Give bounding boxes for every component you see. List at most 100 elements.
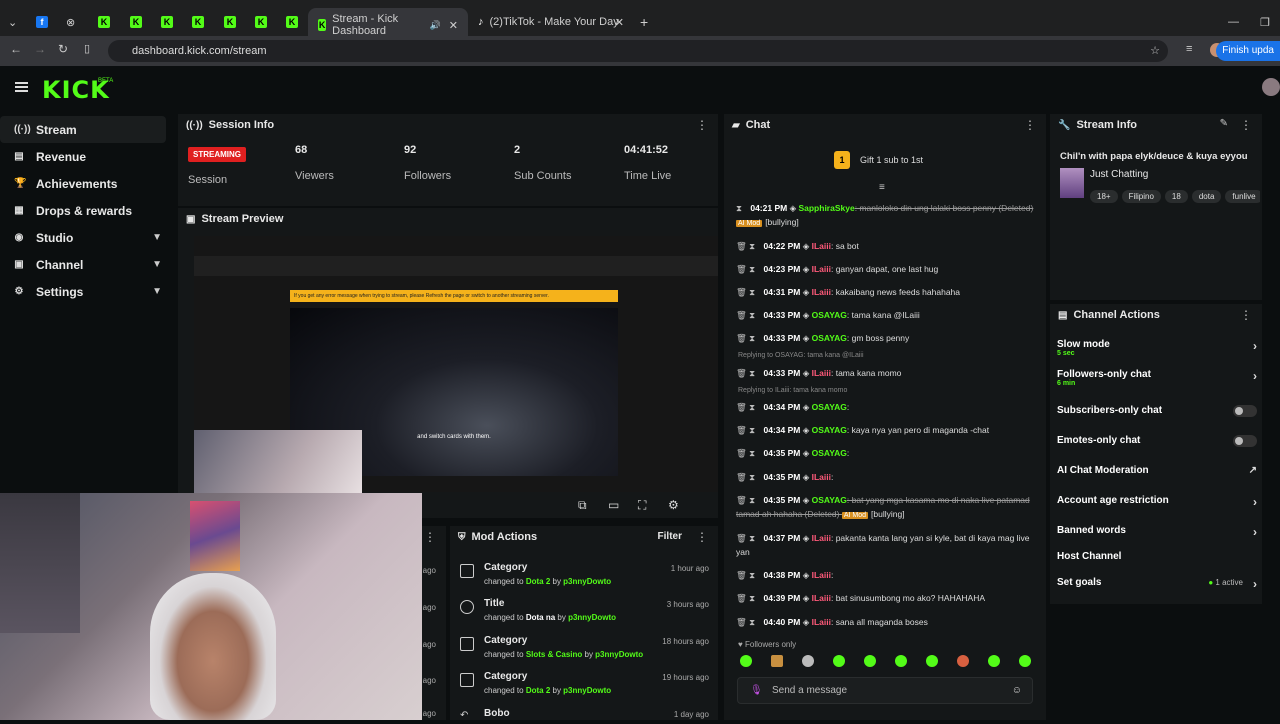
emote-icon[interactable] bbox=[740, 655, 752, 667]
sidebar-item-drops[interactable]: ▦ Drops & rewards bbox=[0, 197, 170, 224]
mod-tools-icon[interactable]: 🗑 ⧗ bbox=[736, 264, 757, 274]
minimize-icon[interactable]: — bbox=[1228, 8, 1239, 36]
chat-message[interactable]: 🗑 ⧗ 04:22 PM ◈ ILaiii: sa bot bbox=[736, 239, 1036, 253]
chat-message[interactable]: 🗑 ⧗ 04:34 PM ◈ OSAYAG: kaya nya yan pero… bbox=[736, 423, 1036, 437]
sidebar-toggle-icon[interactable]: ▯ bbox=[84, 42, 90, 55]
emote-icon[interactable] bbox=[802, 655, 814, 667]
kick-tab-icon[interactable]: K bbox=[192, 8, 204, 36]
mod-tools-icon[interactable]: 🗑 ⧗ bbox=[736, 425, 757, 435]
chat-username[interactable]: ILaiii bbox=[812, 264, 831, 274]
mod-tools-icon[interactable]: ⧗ bbox=[736, 203, 744, 213]
reload-icon[interactable]: ↻ bbox=[58, 42, 68, 56]
emote-icon[interactable] bbox=[1019, 655, 1031, 667]
tag[interactable]: funlive bbox=[1225, 190, 1260, 203]
more-options-icon[interactable]: ⋮ bbox=[1240, 308, 1252, 322]
chat-username[interactable]: ILaiii bbox=[812, 472, 831, 482]
chat-username[interactable]: SapphiraSkye bbox=[798, 203, 854, 213]
emote-icon[interactable] bbox=[895, 655, 907, 667]
mod-action-row[interactable]: Category changed to Dota 2 by p3nnyDowto 1… bbox=[460, 562, 715, 596]
slow-mode-row[interactable]: Slow mode 5 sec › bbox=[1057, 339, 1257, 357]
chat-username[interactable]: OSAYAG bbox=[812, 402, 847, 412]
pin-icon[interactable]: ≡ bbox=[879, 182, 885, 193]
chat-message[interactable]: 🗑 ⧗ 04:35 PM ◈ ILaiii: bbox=[736, 470, 1036, 484]
gift-sub-banner[interactable]: 1 Gift 1 sub to 1st bbox=[834, 151, 923, 169]
new-tab-button[interactable]: + bbox=[640, 8, 648, 36]
star-icon[interactable]: ☆ bbox=[1150, 40, 1160, 62]
filter-button[interactable]: Filter bbox=[658, 531, 682, 542]
chat-username[interactable]: OSAYAG bbox=[812, 448, 847, 458]
menu-icon[interactable] bbox=[15, 82, 28, 92]
chat-message[interactable]: 🗑 ⧗ 04:39 PM ◈ ILaiii: bat sinusumbong m… bbox=[736, 591, 1036, 605]
mod-tools-icon[interactable]: 🗑 ⧗ bbox=[736, 333, 757, 343]
banned-words-row[interactable]: Banned words › bbox=[1057, 525, 1257, 539]
kick-tab-icon[interactable]: K bbox=[224, 8, 236, 36]
chat-message[interactable]: 🗑 ⧗ 04:34 PM ◈ OSAYAG: bbox=[736, 400, 1036, 414]
gear-icon[interactable]: ⚙ bbox=[668, 498, 679, 512]
chat-username[interactable]: OSAYAG bbox=[812, 310, 847, 320]
pinned-tab-icon[interactable]: ⊗ bbox=[66, 8, 75, 36]
tab-tiktok[interactable]: ♪ (2)TikTok - Make Your Day ✕ bbox=[478, 8, 628, 36]
tag[interactable]: 18+ bbox=[1090, 190, 1118, 203]
emotes-only-toggle[interactable] bbox=[1233, 435, 1257, 447]
sidebar-item-studio[interactable]: ◉ Studio ▼ bbox=[0, 224, 170, 251]
set-goals-row[interactable]: Set goals ● 1 active › bbox=[1057, 577, 1257, 591]
kick-tab-icon[interactable]: K bbox=[130, 8, 142, 36]
chat-username[interactable]: ILaiii bbox=[812, 617, 831, 627]
followers-only-row[interactable]: Followers-only chat 6 min › bbox=[1057, 369, 1257, 387]
emote-icon[interactable] bbox=[988, 655, 1000, 667]
facebook-tab-icon[interactable]: f bbox=[36, 8, 48, 36]
mod-tools-icon[interactable]: 🗑 ⧗ bbox=[736, 310, 757, 320]
chat-message[interactable]: 🗑 ⧗ 04:33 PM ◈ OSAYAG: gm boss penny bbox=[736, 331, 1036, 345]
mod-action-row[interactable]: Category changed to Dota 2 by p3nnyDowto 1… bbox=[460, 671, 715, 705]
chat-username[interactable]: ILaiii bbox=[812, 570, 831, 580]
edit-icon[interactable]: ✎ bbox=[1220, 118, 1228, 129]
mod-action-row[interactable]: Category changed to Slots & Casino by p3n… bbox=[460, 635, 715, 669]
sidebar-item-settings[interactable]: ⚙ Settings ▼ bbox=[0, 278, 170, 305]
mod-tools-icon[interactable]: 🗑 ⧗ bbox=[736, 448, 757, 458]
mod-tools-icon[interactable]: 🗑 ⧗ bbox=[736, 287, 757, 297]
chat-username[interactable]: OSAYAG bbox=[812, 495, 847, 505]
more-options-icon[interactable]: ⋮ bbox=[1024, 118, 1036, 132]
tag[interactable]: Filipino bbox=[1121, 190, 1161, 203]
mic-icon[interactable]: 🎙 bbox=[750, 678, 763, 703]
forward-icon[interactable]: → bbox=[34, 42, 46, 56]
chat-message[interactable]: 🗑 ⧗ 04:23 PM ◈ ILaiii: ganyan dapat, one… bbox=[736, 262, 1036, 276]
chat-message[interactable]: 🗑 ⧗ 04:35 PM ◈ OSAYAG: bbox=[736, 446, 1036, 460]
more-options-icon[interactable]: ⋮ bbox=[1240, 118, 1252, 132]
chat-message[interactable]: ⧗ 04:21 PM ◈ SapphiraSkye: manloloko din… bbox=[736, 201, 1036, 231]
mod-action-row[interactable]: Title changed to Dota na by p3nnyDowto 3 h… bbox=[460, 598, 715, 632]
more-options-icon[interactable]: ⋮ bbox=[424, 530, 436, 544]
more-options-icon[interactable]: ⋮ bbox=[696, 530, 708, 544]
chat-message[interactable]: 🗑 ⧗ 04:33 PM ◈ OSAYAG: tama kana @ILaiii bbox=[736, 308, 1036, 322]
subscribers-only-toggle[interactable] bbox=[1233, 405, 1257, 417]
url-field[interactable]: dashboard.kick.com/stream ☆ bbox=[108, 40, 1168, 62]
tab-list-button[interactable]: ⌄ bbox=[8, 8, 17, 36]
mod-tools-icon[interactable]: 🗑 ⧗ bbox=[736, 472, 757, 482]
mod-tools-icon[interactable]: 🗑 ⧗ bbox=[736, 533, 757, 543]
ai-moderation-row[interactable]: AI Chat Moderation ↗ bbox=[1057, 465, 1257, 476]
back-icon[interactable]: ← bbox=[10, 42, 22, 56]
mod-action-row[interactable]: ↶ Bobo 1 day ago bbox=[460, 708, 715, 721]
chat-message[interactable]: 🗑 ⧗ 04:33 PM ◈ ILaiii: tama kana momo bbox=[736, 366, 1036, 380]
more-options-icon[interactable]: ⋮ bbox=[696, 118, 708, 132]
mod-tools-icon[interactable]: 🗑 ⧗ bbox=[736, 368, 757, 378]
mod-tools-icon[interactable]: 🗑 ⧗ bbox=[736, 402, 757, 412]
emote-icon[interactable] bbox=[864, 655, 876, 667]
chat-username[interactable]: OSAYAG bbox=[812, 425, 847, 435]
sidebar-item-achievements[interactable]: 🏆 Achievements bbox=[0, 170, 170, 197]
kick-tab-icon[interactable]: K bbox=[161, 8, 173, 36]
finish-update-button[interactable]: Finish upda bbox=[1216, 41, 1280, 61]
chat-message[interactable]: 🗑 ⧗ 04:40 PM ◈ ILaiii: sana all maganda … bbox=[736, 615, 1036, 629]
emote-icon[interactable] bbox=[771, 655, 783, 667]
tag[interactable]: dota bbox=[1191, 190, 1222, 203]
sidebar-item-channel[interactable]: ▣ Channel ▼ bbox=[0, 251, 170, 278]
fullscreen-icon[interactable]: ⛶ bbox=[638, 498, 646, 513]
chat-username[interactable]: ILaiii bbox=[812, 287, 831, 297]
chat-message[interactable]: 🗑 ⧗ 04:38 PM ◈ ILaiii: bbox=[736, 568, 1036, 582]
user-avatar[interactable] bbox=[1262, 78, 1280, 96]
emote-icon[interactable] bbox=[957, 655, 969, 667]
chat-input[interactable]: 🎙 Send a message ☺ bbox=[737, 677, 1033, 704]
chat-username[interactable]: ILaiii bbox=[812, 368, 831, 378]
chat-message[interactable]: 🗑 ⧗ 04:35 PM ◈ OSAYAG: bat yang mga kasa… bbox=[736, 493, 1036, 523]
tag[interactable]: 18 bbox=[1164, 190, 1188, 203]
